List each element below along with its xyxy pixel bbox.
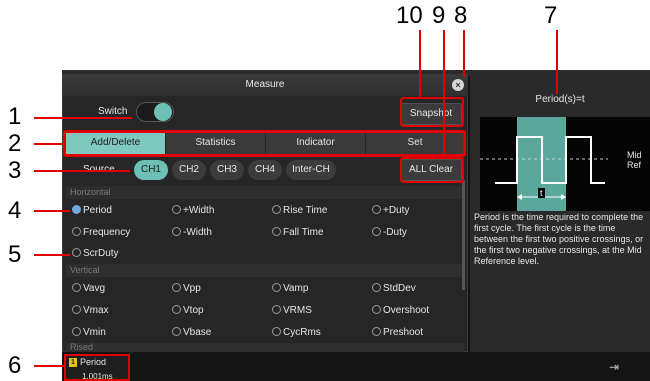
- radio-icon: [72, 227, 81, 236]
- source-ch1[interactable]: CH1: [134, 160, 168, 180]
- callout-9: 9: [432, 2, 446, 29]
- option-vmin[interactable]: Vmin: [72, 326, 106, 340]
- period-diagram: [480, 117, 650, 211]
- section-horizontal: Horizontal: [66, 186, 464, 199]
- radio-icon: [172, 327, 181, 336]
- callout-line-2: [34, 143, 64, 145]
- option-vtop[interactable]: Vtop: [172, 304, 204, 318]
- option-fall-time[interactable]: Fall Time: [272, 226, 324, 240]
- mid-ref-label: Mid Ref: [627, 150, 642, 170]
- option-vpp[interactable]: Vpp: [172, 282, 201, 296]
- exit-icon[interactable]: ⇥: [609, 360, 619, 374]
- callout-line-3: [34, 170, 130, 172]
- radio-icon: [172, 205, 181, 214]
- callout-line-6: [34, 365, 64, 367]
- source-ch2[interactable]: CH2: [172, 160, 206, 180]
- radio-icon: [72, 305, 81, 314]
- callout-3: 3: [8, 157, 22, 184]
- radio-icon: [372, 205, 381, 214]
- option-vbase[interactable]: Vbase: [172, 326, 211, 340]
- dialog-title: Measure: [62, 74, 468, 96]
- radio-icon: [272, 305, 281, 314]
- option-rise-time[interactable]: Rise Time: [272, 204, 327, 218]
- callout-7: 7: [544, 2, 558, 29]
- callout-line-7: [556, 30, 558, 94]
- radio-icon: [72, 283, 81, 292]
- option-plus-width[interactable]: +Width: [172, 204, 214, 218]
- option-period[interactable]: Period: [72, 204, 112, 218]
- period-waveform-icon: [480, 117, 608, 211]
- radio-icon: [372, 305, 381, 314]
- callout-5: 5: [8, 241, 22, 268]
- options-scrollbar[interactable]: [462, 180, 465, 290]
- callout-line-5: [34, 254, 70, 256]
- switch-knob[interactable]: [154, 103, 172, 121]
- info-description: Period is the time required to complete …: [474, 212, 644, 266]
- callout-6: 6: [8, 352, 22, 379]
- callout-line-4: [34, 210, 70, 212]
- option-vmax[interactable]: Vmax: [72, 304, 109, 318]
- callout-line-10: [419, 30, 421, 98]
- t-label: t: [538, 188, 545, 198]
- radio-icon: [272, 205, 281, 214]
- radio-icon: [372, 283, 381, 292]
- option-vamp[interactable]: Vamp: [272, 282, 308, 296]
- callout-10: 10: [396, 2, 423, 29]
- radio-icon: [172, 227, 181, 236]
- radio-icon: [272, 283, 281, 292]
- radio-icon: [172, 305, 181, 314]
- source-ch3[interactable]: CH3: [210, 160, 244, 180]
- callout-line-1: [34, 117, 132, 119]
- option-cycrms[interactable]: CycRms: [272, 326, 321, 340]
- option-minus-width[interactable]: -Width: [172, 226, 212, 240]
- radio-icon: [372, 327, 381, 336]
- option-stddev[interactable]: StdDev: [372, 282, 416, 296]
- switch-label: Switch: [98, 106, 128, 117]
- radio-icon: [172, 283, 181, 292]
- callout-4: 4: [8, 197, 22, 224]
- callout-2: 2: [8, 130, 22, 157]
- callout-box-tabs: [63, 130, 466, 157]
- option-frequency[interactable]: Frequency: [72, 226, 130, 240]
- option-plus-duty[interactable]: +Duty: [372, 204, 409, 218]
- option-vavg[interactable]: Vavg: [72, 282, 105, 296]
- option-vrms[interactable]: VRMS: [272, 304, 312, 318]
- callout-1: 1: [8, 103, 22, 130]
- measurement-name: Period: [80, 357, 107, 367]
- ch1-badge: 1: [69, 358, 77, 367]
- source-inter-ch[interactable]: Inter-CH: [286, 160, 336, 180]
- radio-checked-icon: [72, 205, 81, 214]
- measurement-value: 1.001ms: [82, 372, 113, 381]
- callout-box-snapshot: [400, 97, 464, 127]
- callout-8: 8: [454, 2, 468, 29]
- option-overshoot[interactable]: Overshoot: [372, 304, 429, 318]
- radio-icon: [272, 227, 281, 236]
- option-minus-duty[interactable]: -Duty: [372, 226, 407, 240]
- callout-box-all-clear: [400, 157, 464, 183]
- source-ch4[interactable]: CH4: [248, 160, 282, 180]
- callout-line-9: [443, 30, 445, 158]
- measurement-bar: [62, 352, 650, 381]
- close-icon[interactable]: ×: [452, 79, 464, 91]
- option-preshoot[interactable]: Preshoot: [372, 326, 423, 340]
- callout-line-8: [463, 30, 465, 77]
- radio-icon: [272, 327, 281, 336]
- radio-icon: [72, 248, 81, 257]
- radio-icon: [372, 227, 381, 236]
- info-title: Period(s)=t: [535, 94, 585, 105]
- section-vertical: Vertical: [66, 264, 464, 277]
- option-scrduty[interactable]: ScrDuty: [72, 247, 119, 261]
- section-partial: Rised: [66, 343, 464, 352]
- radio-icon: [72, 327, 81, 336]
